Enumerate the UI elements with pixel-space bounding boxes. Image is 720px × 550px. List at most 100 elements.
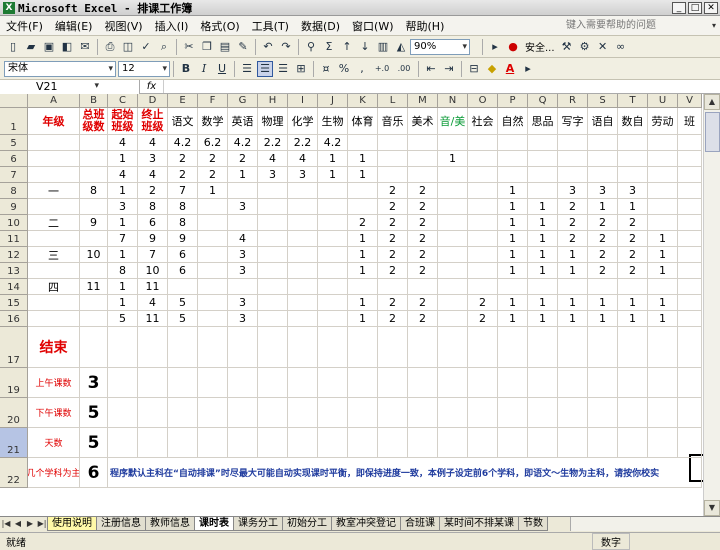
grid-cell[interactable] xyxy=(258,183,288,199)
grid-cell[interactable] xyxy=(498,151,528,167)
close-button[interactable]: ✕ xyxy=(704,1,718,14)
grid-cell[interactable] xyxy=(168,368,198,398)
grid-cell[interactable] xyxy=(258,215,288,231)
grid-cell[interactable]: 4 xyxy=(108,135,138,151)
row-header[interactable]: 17 xyxy=(0,327,28,368)
grid-cell[interactable]: 4.2 xyxy=(318,135,348,151)
grid-cell[interactable] xyxy=(198,428,228,458)
grid-cell[interactable]: 3 xyxy=(618,183,648,199)
grid-cell[interactable] xyxy=(438,279,468,295)
sort-ascending-icon[interactable]: ↑ xyxy=(339,39,355,55)
font-name-select[interactable]: 宋体 xyxy=(4,60,116,77)
grid-cell[interactable]: 10 xyxy=(138,263,168,279)
row-header[interactable]: 7 xyxy=(0,167,28,183)
grid-cell[interactable]: 8 xyxy=(168,215,198,231)
grid-cell[interactable]: 3 xyxy=(138,151,168,167)
grid-cell[interactable] xyxy=(438,135,468,151)
grid-cell[interactable] xyxy=(408,327,438,368)
menu-format[interactable]: 格式(O) xyxy=(194,18,245,34)
grid-cell[interactable] xyxy=(468,279,498,295)
grid-cell[interactable]: 1 xyxy=(648,247,678,263)
grid-cell[interactable] xyxy=(438,398,468,428)
toolbar-options-icon[interactable]: ▸ xyxy=(520,61,536,77)
grid-cell[interactable]: 1 xyxy=(588,311,618,327)
save-icon[interactable]: ▣ xyxy=(41,39,57,55)
font-color-icon[interactable]: A xyxy=(502,61,518,77)
scroll-down-icon[interactable]: ▼ xyxy=(704,500,720,516)
grid-cell[interactable]: 1 xyxy=(498,215,528,231)
new-icon[interactable]: ▯ xyxy=(5,39,21,55)
grid-cell[interactable]: 6 xyxy=(138,215,168,231)
grid-cell[interactable]: 1 xyxy=(498,247,528,263)
grid-cell[interactable] xyxy=(678,183,702,199)
grid-cell[interactable]: 2 xyxy=(588,247,618,263)
grid-cell[interactable] xyxy=(588,398,618,428)
grid-cell[interactable] xyxy=(108,428,138,458)
grid-cell[interactable] xyxy=(258,263,288,279)
decrease-decimal-button[interactable]: .00 xyxy=(394,61,414,77)
grid-cell[interactable] xyxy=(348,327,378,368)
grid-cell[interactable]: 三 xyxy=(28,247,80,263)
grid-cell[interactable] xyxy=(558,167,588,183)
grid-cell[interactable]: 2.2 xyxy=(288,135,318,151)
grid-cell[interactable] xyxy=(498,135,528,151)
grid-cell[interactable] xyxy=(468,428,498,458)
grid-cell[interactable] xyxy=(288,247,318,263)
grid-cell[interactable]: 1 xyxy=(558,263,588,279)
header-cell[interactable]: 英语 xyxy=(228,108,258,135)
grid-cell[interactable] xyxy=(378,135,408,151)
grid-cell[interactable] xyxy=(198,199,228,215)
grid-cell[interactable] xyxy=(648,135,678,151)
grid-cell[interactable] xyxy=(678,151,702,167)
grid-cell[interactable] xyxy=(288,398,318,428)
grid-cell[interactable]: 8 xyxy=(168,199,198,215)
grid-cell[interactable] xyxy=(438,428,468,458)
column-header-e[interactable]: E xyxy=(168,94,198,108)
grid-cell[interactable] xyxy=(318,199,348,215)
grid-cell[interactable] xyxy=(558,135,588,151)
grid-cell[interactable] xyxy=(80,231,108,247)
borders-icon[interactable]: ⊟ xyxy=(466,61,482,77)
grid-cell[interactable] xyxy=(468,327,498,368)
grid-cell[interactable] xyxy=(198,295,228,311)
column-header-j[interactable]: J xyxy=(318,94,348,108)
grid-cell[interactable] xyxy=(348,199,378,215)
grid-cell[interactable]: 2 xyxy=(378,263,408,279)
header-cell[interactable]: 化学 xyxy=(288,108,318,135)
grid-cell[interactable]: 2 xyxy=(468,311,498,327)
help-dropdown-icon[interactable]: ▾ xyxy=(712,21,716,30)
grid-cell[interactable] xyxy=(198,327,228,368)
paste-icon[interactable]: ▤ xyxy=(217,39,233,55)
grid-cell[interactable] xyxy=(288,327,318,368)
design-mode-icon[interactable]: ⚙ xyxy=(577,39,593,55)
grid-cell[interactable] xyxy=(528,368,558,398)
header-cell[interactable]: 生物 xyxy=(318,108,348,135)
grid-cell[interactable]: 1 xyxy=(648,311,678,327)
grid-cell[interactable] xyxy=(80,311,108,327)
column-header-f[interactable]: F xyxy=(198,94,228,108)
grid-cell[interactable] xyxy=(378,151,408,167)
setting-value-cell[interactable]: 6 xyxy=(80,458,108,488)
grid-cell[interactable]: 4.2 xyxy=(168,135,198,151)
grid-cell[interactable] xyxy=(648,428,678,458)
grid-cell[interactable] xyxy=(678,311,702,327)
grid-cell[interactable] xyxy=(528,428,558,458)
excel-app-icon[interactable]: X xyxy=(3,1,15,14)
grid-cell[interactable] xyxy=(288,279,318,295)
grid-cell[interactable] xyxy=(318,327,348,368)
menu-file[interactable]: 文件(F) xyxy=(0,18,49,34)
grid-cell[interactable]: 2 xyxy=(588,263,618,279)
script-editor-icon[interactable]: ∞ xyxy=(613,39,629,55)
header-cell[interactable]: 音乐 xyxy=(378,108,408,135)
grid-cell[interactable] xyxy=(228,428,258,458)
vertical-scrollbar[interactable]: ▲ ▼ xyxy=(703,94,720,516)
grid-cell[interactable]: 1 xyxy=(528,295,558,311)
grid-cell[interactable] xyxy=(168,428,198,458)
grid-cell[interactable] xyxy=(678,135,702,151)
grid-cell[interactable] xyxy=(198,398,228,428)
copy-icon[interactable]: ❐ xyxy=(199,39,215,55)
grid-cell[interactable] xyxy=(528,183,558,199)
grid-cell[interactable] xyxy=(408,151,438,167)
grid-cell[interactable] xyxy=(498,428,528,458)
header-cell[interactable]: 班 xyxy=(678,108,702,135)
